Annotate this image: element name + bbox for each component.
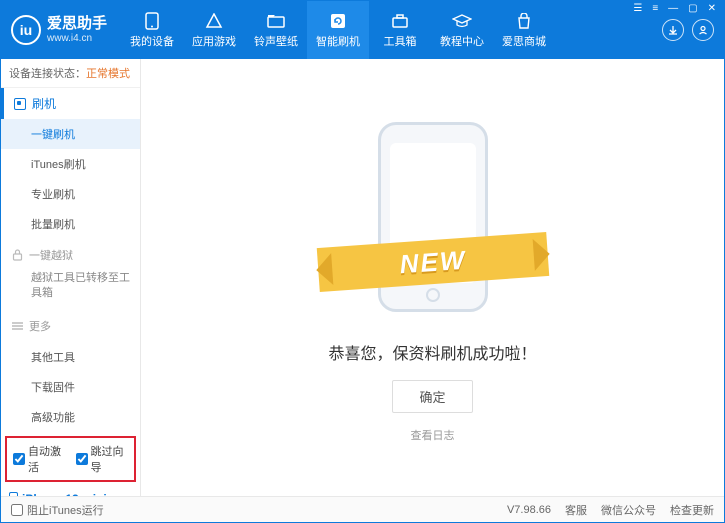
skip-guide-checkbox[interactable]: 跳过向导 (76, 443, 129, 475)
window-controls: ☰ ≡ — ▢ ✕ (631, 3, 718, 14)
sidebar-item-itunes[interactable]: iTunes刷机 (1, 149, 140, 179)
logo: iu 爱思助手 www.i4.cn (1, 1, 121, 59)
sidebar-tab-flash[interactable]: 刷机 (1, 88, 140, 119)
nav-label: 铃声壁纸 (254, 33, 298, 49)
check-label: 自动激活 (28, 443, 66, 475)
phone-illustration: NEW (343, 112, 523, 322)
graduation-icon (452, 12, 472, 30)
connection-status: 设备连接状态：正常模式 (1, 59, 140, 88)
tab-label: 刷机 (32, 95, 56, 112)
user-button[interactable] (692, 19, 714, 41)
support-link[interactable]: 客服 (565, 502, 587, 518)
jailbreak-section: 一键越狱 (1, 239, 140, 271)
menu-icon[interactable]: ☰ (631, 3, 644, 14)
apps-icon (204, 12, 224, 30)
footer: 阻止iTunes运行 V7.98.66 客服 微信公众号 检查更新 (1, 496, 724, 522)
sidebar-item-other[interactable]: 其他工具 (1, 342, 140, 372)
check-label: 跳过向导 (91, 443, 129, 475)
lock-icon (11, 249, 23, 261)
nav-label: 应用游戏 (192, 33, 236, 49)
new-ribbon: NEW (316, 232, 549, 292)
nav-label: 我的设备 (130, 33, 174, 49)
sidebar: 设备连接状态：正常模式 刷机 一键刷机 iTunes刷机 专业刷机 批量刷机 一… (1, 59, 141, 496)
maximize-button[interactable]: ▢ (686, 3, 699, 14)
nav-label: 工具箱 (384, 33, 417, 49)
header: ☰ ≡ — ▢ ✕ iu 爱思助手 www.i4.cn 我的设备 应用游戏 (1, 1, 724, 59)
app-subtitle: www.i4.cn (47, 33, 107, 44)
toolbox-icon (390, 12, 410, 30)
success-message: 恭喜您，保资料刷机成功啦！ (328, 340, 536, 364)
update-link[interactable]: 检查更新 (670, 502, 714, 518)
ok-button[interactable]: 确定 (392, 380, 472, 413)
main-content: NEW 恭喜您，保资料刷机成功啦！ 确定 查看日志 (141, 59, 724, 496)
view-log-link[interactable]: 查看日志 (411, 427, 455, 443)
jailbreak-title: 一键越狱 (29, 247, 73, 263)
more-title: 更多 (29, 318, 51, 334)
sidebar-item-batch[interactable]: 批量刷机 (1, 209, 140, 239)
more-icon (11, 320, 23, 332)
close-button[interactable]: ✕ (706, 3, 718, 14)
download-button[interactable] (662, 19, 684, 41)
version-label: V7.98.66 (507, 504, 551, 516)
device-info[interactable]: iPhone 12 mini 64GB Down-12mini-13,1 (1, 488, 140, 496)
sidebar-item-pro[interactable]: 专业刷机 (1, 179, 140, 209)
nav-apps[interactable]: 应用游戏 (183, 1, 245, 59)
nav-label: 爱思商城 (502, 33, 546, 49)
nav-my-device[interactable]: 我的设备 (121, 1, 183, 59)
bag-icon (514, 12, 534, 30)
nav-ringtone[interactable]: 铃声壁纸 (245, 1, 307, 59)
sidebar-item-oneclick[interactable]: 一键刷机 (1, 119, 140, 149)
nav-store[interactable]: 爱思商城 (493, 1, 555, 59)
body: 设备连接状态：正常模式 刷机 一键刷机 iTunes刷机 专业刷机 批量刷机 一… (1, 59, 724, 496)
conn-label: 设备连接状态： (9, 68, 86, 80)
nav-toolbox[interactable]: 工具箱 (369, 1, 431, 59)
nav-label: 智能刷机 (316, 33, 360, 49)
refresh-icon (328, 12, 348, 30)
device-phone-icon (9, 492, 18, 496)
auto-activate-checkbox[interactable]: 自动激活 (13, 443, 66, 475)
nav-label: 教程中心 (440, 33, 484, 49)
block-itunes-checkbox[interactable]: 阻止iTunes运行 (11, 502, 104, 518)
nav-flash[interactable]: 智能刷机 (307, 1, 369, 59)
sidebar-item-download-fw[interactable]: 下载固件 (1, 372, 140, 402)
conn-value: 正常模式 (86, 68, 130, 80)
minimize-button[interactable]: — (666, 3, 680, 14)
block-itunes-label: 阻止iTunes运行 (27, 502, 104, 518)
flash-submenu: 一键刷机 iTunes刷机 专业刷机 批量刷机 (1, 119, 140, 239)
flash-tab-icon (14, 98, 26, 110)
phone-icon (142, 12, 162, 30)
nav: 我的设备 应用游戏 铃声壁纸 智能刷机 工具箱 教程中心 (121, 1, 652, 59)
app-window: ☰ ≡ — ▢ ✕ iu 爱思助手 www.i4.cn 我的设备 应用游戏 (0, 0, 725, 523)
folder-icon (266, 12, 286, 30)
sidebar-item-advanced[interactable]: 高级功能 (1, 402, 140, 432)
more-submenu: 其他工具 下载固件 高级功能 (1, 342, 140, 432)
wechat-link[interactable]: 微信公众号 (601, 502, 656, 518)
jailbreak-note: 越狱工具已转移至工具箱 (1, 271, 140, 310)
options-highlight: 自动激活 跳过向导 (5, 436, 136, 482)
more-section: 更多 (1, 310, 140, 342)
logo-icon: iu (11, 15, 41, 45)
nav-tutorials[interactable]: 教程中心 (431, 1, 493, 59)
ribbon-text: NEW (398, 244, 467, 280)
app-title: 爱思助手 (47, 16, 107, 33)
skin-icon[interactable]: ≡ (650, 3, 660, 14)
